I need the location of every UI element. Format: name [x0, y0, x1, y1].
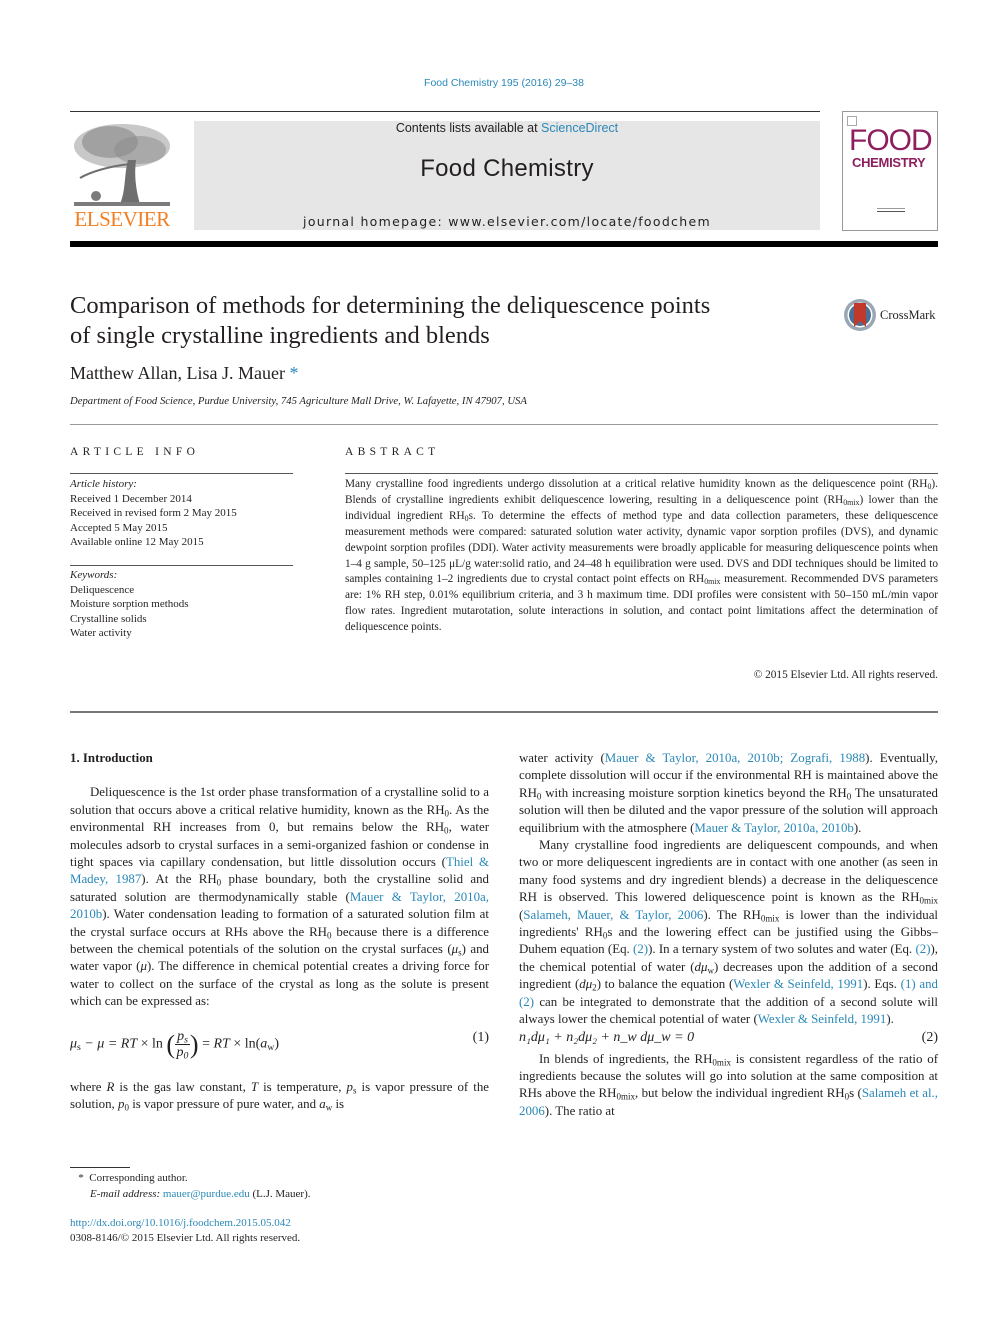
crossmark-icon — [844, 299, 876, 331]
footnote: * Corresponding author. E-mail address: … — [70, 1170, 311, 1202]
corresponding-author-note: * Corresponding author. — [78, 1172, 188, 1184]
journal-cover-thumbnail[interactable]: FOOD CHEMISTRY — [842, 111, 938, 231]
article-title-line: of single crystalline ingredients and bl… — [70, 322, 490, 349]
cover-title-food: FOOD — [849, 124, 933, 157]
doi-block: http://dx.doi.org/10.1016/j.foodchem.201… — [70, 1216, 300, 1245]
journal-citation-link[interactable]: Food Chemistry 195 (2016) 29–38 — [0, 77, 992, 89]
author-list: Matthew Allan, Lisa J. Mauer * — [70, 363, 298, 384]
elsevier-logo[interactable]: ELSEVIER — [70, 120, 174, 232]
history-item: Accepted 5 May 2015 — [70, 521, 168, 534]
abstract-segment: Many crystalline food ingredients underg… — [345, 478, 928, 490]
citation-link[interactable]: Wexler & Seinfeld, 1991 — [733, 977, 863, 991]
crossmark-button[interactable]: CrossMark — [843, 297, 943, 333]
contents-line: Contents lists available at ScienceDirec… — [194, 121, 820, 135]
doi-link[interactable]: http://dx.doi.org/10.1016/j.foodchem.201… — [70, 1216, 300, 1231]
section-heading-introduction: 1. Introduction — [70, 751, 153, 765]
paragraph: Deliquescence is the 1st order phase tra… — [70, 784, 489, 1010]
header-thick-rule — [70, 241, 938, 247]
equation-number: (1) — [472, 1029, 489, 1045]
divider — [70, 711, 938, 713]
math-operator: ) — [274, 1036, 280, 1052]
text: ). At the RH — [141, 872, 217, 887]
divider — [70, 424, 938, 425]
equation-1: μs − μ = RT × ln (ps p0) = RT × ln(aw) (1… — [70, 1019, 489, 1073]
elsevier-tree-icon — [74, 124, 170, 206]
article-title-line: Comparison of methods for determining th… — [70, 292, 711, 319]
body-column-left: 1. Introduction Deliquescence is the 1st… — [70, 750, 489, 1114]
math-symbol: T — [250, 1079, 259, 1094]
denominator: p0 — [176, 1044, 189, 1062]
paren: ( — [166, 1029, 176, 1059]
equation-link[interactable]: (2) — [915, 942, 930, 956]
keyword: Moisture sorption methods — [70, 598, 189, 611]
paragraph: where R is the gas law constant, T is te… — [70, 1079, 489, 1113]
contents-prefix: Contents lists available at — [395, 121, 542, 135]
divider — [70, 565, 293, 566]
citation-link[interactable]: Mauer & Taylor, 2010a, 2010b; Zografi, 1… — [605, 751, 865, 765]
paragraph: In blends of ingredients, the RH0mix is … — [519, 1051, 938, 1118]
corresponding-author-link[interactable]: * — [289, 363, 298, 383]
crossmark-label: CrossMark — [880, 308, 936, 322]
article-history: Article history: Received 1 December 201… — [70, 477, 237, 550]
keywords: Keywords: Deliquescence Moisture sorptio… — [70, 568, 189, 641]
cover-title-chemistry: CHEMISTRY — [852, 155, 926, 170]
keyword: Deliquescence — [70, 583, 135, 596]
issn-copyright: 0308-8146/© 2015 Elsevier Ltd. All right… — [70, 1231, 301, 1244]
citation-link[interactable]: Wexler & Seinfeld, 1991 — [758, 1012, 887, 1026]
math-symbol: RT — [120, 1036, 138, 1052]
numerator: ps — [175, 1028, 190, 1046]
cover-divider — [877, 208, 905, 209]
text: Deliquescence is the 1st order phase tra… — [70, 785, 489, 817]
citation-link[interactable]: Salameh, Mauer, & Taylor, 2006 — [523, 908, 703, 922]
equation-link[interactable]: (2) — [633, 942, 648, 956]
keyword: Water activity — [70, 627, 132, 640]
elsevier-wordmark: ELSEVIER — [74, 207, 170, 231]
math-operator: × ln( — [229, 1036, 261, 1052]
journal-homepage[interactable]: journal homepage: www.elsevier.com/locat… — [194, 214, 820, 229]
divider — [70, 473, 293, 474]
authors-text: Matthew Allan, Lisa J. Mauer — [70, 363, 285, 383]
history-item: Available online 12 May 2015 — [70, 536, 204, 549]
email-note: E-mail address: mauer@purdue.edu (L.J. M… — [90, 1188, 311, 1200]
keyword: Crystalline solids — [70, 612, 147, 625]
fraction: ps p0 — [175, 1028, 190, 1062]
math-operator: = — [198, 1036, 214, 1052]
divider — [345, 473, 938, 474]
header-rule — [70, 111, 820, 112]
math-operator: × ln — [137, 1036, 167, 1052]
body-column-right: water activity (Mauer & Taylor, 2010a, 2… — [519, 750, 938, 1120]
article-title: Comparison of methods for determining th… — [70, 291, 810, 351]
paragraph: water activity (Mauer & Taylor, 2010a, 2… — [519, 751, 939, 835]
paragraph: Many crystalline food ingredients are de… — [519, 838, 938, 1027]
cover-divider — [877, 211, 905, 212]
email-link[interactable]: mauer@purdue.edu — [163, 1188, 250, 1200]
article-info-heading: ARTICLE INFO — [70, 446, 200, 458]
abstract-heading: ABSTRACT — [345, 446, 440, 458]
equation-2: n₁dμ₁ + n₂dμ₂ + n_w dμ_w = 0 (2) — [519, 1029, 938, 1051]
citation-link[interactable]: Mauer & Taylor, 2010a, 2010b — [694, 821, 853, 835]
keywords-label: Keywords: — [70, 569, 118, 581]
equation-body: μs − μ = RT × ln (ps p0) = RT × ln(aw) — [70, 1028, 280, 1062]
footnote-rule — [70, 1167, 130, 1168]
journal-banner: Contents lists available at ScienceDirec… — [194, 121, 820, 230]
history-label: Article history: — [70, 478, 137, 490]
math-symbol: − μ = — [80, 1036, 121, 1052]
math-symbol: RT — [213, 1036, 230, 1052]
history-item: Received in revised form 2 May 2015 — [70, 507, 237, 520]
journal-title: Food Chemistry — [420, 155, 594, 182]
equation-number: (2) — [921, 1029, 938, 1045]
subscript: 0mix — [704, 577, 721, 587]
equation-body: n₁dμ₁ + n₂dμ₂ + n_w dμ_w = 0 — [519, 1029, 695, 1045]
affiliation: Department of Food Science, Purdue Unive… — [70, 395, 527, 407]
subscript: 0mix — [843, 497, 860, 507]
abstract-text: Many crystalline food ingredients underg… — [345, 477, 938, 636]
math-symbol: μ — [70, 1036, 78, 1052]
paren: ) — [189, 1029, 199, 1059]
history-item: Received 1 December 2014 — [70, 492, 192, 505]
sciencedirect-link[interactable]: ScienceDirect — [541, 121, 618, 135]
abstract-copyright: © 2015 Elsevier Ltd. All rights reserved… — [753, 669, 938, 681]
